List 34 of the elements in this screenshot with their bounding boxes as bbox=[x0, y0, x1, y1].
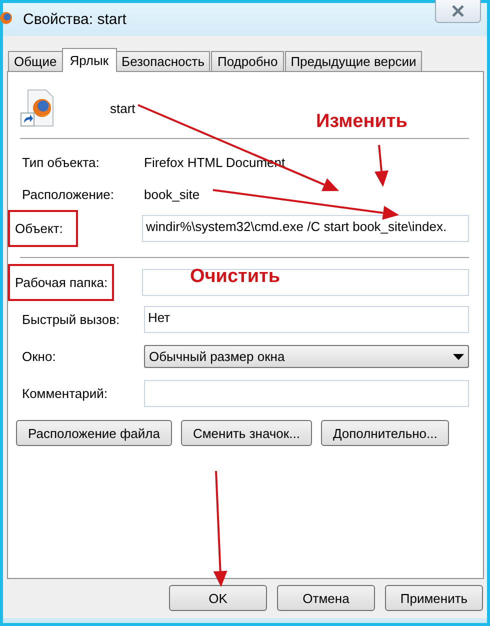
field-value: book_site bbox=[144, 186, 200, 202]
field-label: Быстрый вызов: bbox=[21, 312, 121, 327]
field-label: Окно: bbox=[21, 349, 57, 364]
tab[interactable]: Предыдущие версии bbox=[284, 51, 422, 71]
input-field[interactable] bbox=[144, 380, 469, 407]
action-button[interactable]: Сменить значок... bbox=[180, 420, 312, 446]
tab[interactable]: Подробно bbox=[211, 51, 284, 71]
dropdown-arrow-icon bbox=[453, 354, 464, 360]
field-label: Расположение: bbox=[21, 186, 115, 202]
dialog-button[interactable]: OK bbox=[169, 585, 267, 611]
input-field[interactable]: Нет bbox=[144, 306, 469, 333]
window-title: Свойства: start bbox=[23, 10, 126, 28]
shortcut-file-icon bbox=[20, 89, 56, 127]
annotation-text: Очистить bbox=[190, 266, 280, 288]
field-label: Объект: bbox=[8, 210, 78, 247]
app-icon bbox=[0, 11, 13, 25]
action-button[interactable]: Дополнительно... bbox=[320, 420, 450, 446]
tab[interactable]: Безопасность bbox=[116, 51, 210, 71]
dialog-button[interactable]: Применить bbox=[385, 585, 483, 611]
shortcut-name: start bbox=[110, 101, 136, 116]
close-icon bbox=[451, 5, 465, 17]
field-label: Рабочая папка: bbox=[8, 264, 114, 301]
tab[interactable]: Общие bbox=[8, 51, 63, 71]
tab[interactable]: Ярлык bbox=[62, 48, 117, 72]
input-field[interactable] bbox=[142, 269, 469, 296]
dialog-button[interactable]: Отмена bbox=[277, 585, 375, 611]
field-label: Тип объекта: bbox=[21, 154, 100, 170]
action-button[interactable]: Расположение файла bbox=[16, 420, 172, 446]
field-label: Комментарий: bbox=[21, 386, 108, 401]
input-field[interactable]: windir%\system32\cmd.exe /C start book_site\index. bbox=[142, 215, 469, 242]
close-button[interactable] bbox=[435, 0, 481, 23]
annotation-text: Изменить bbox=[316, 111, 408, 133]
dropdown[interactable]: Обычный размер окна bbox=[144, 345, 469, 368]
annotation-arrow bbox=[374, 144, 388, 187]
